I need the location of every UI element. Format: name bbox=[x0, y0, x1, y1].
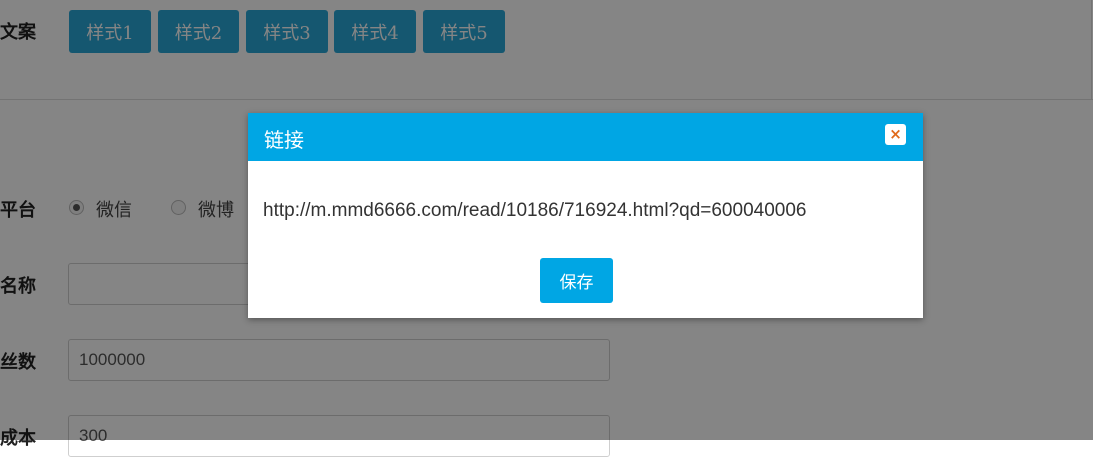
link-dialog: 链接 × http://m.mmd6666.com/read/10186/716… bbox=[248, 113, 923, 318]
dialog-title: 链接 bbox=[264, 128, 304, 152]
dialog-header: 链接 × bbox=[248, 113, 923, 161]
link-url-text: http://m.mmd6666.com/read/10186/716924.h… bbox=[263, 200, 807, 221]
save-button[interactable]: 保存 bbox=[540, 258, 613, 303]
close-icon[interactable]: × bbox=[885, 124, 906, 145]
